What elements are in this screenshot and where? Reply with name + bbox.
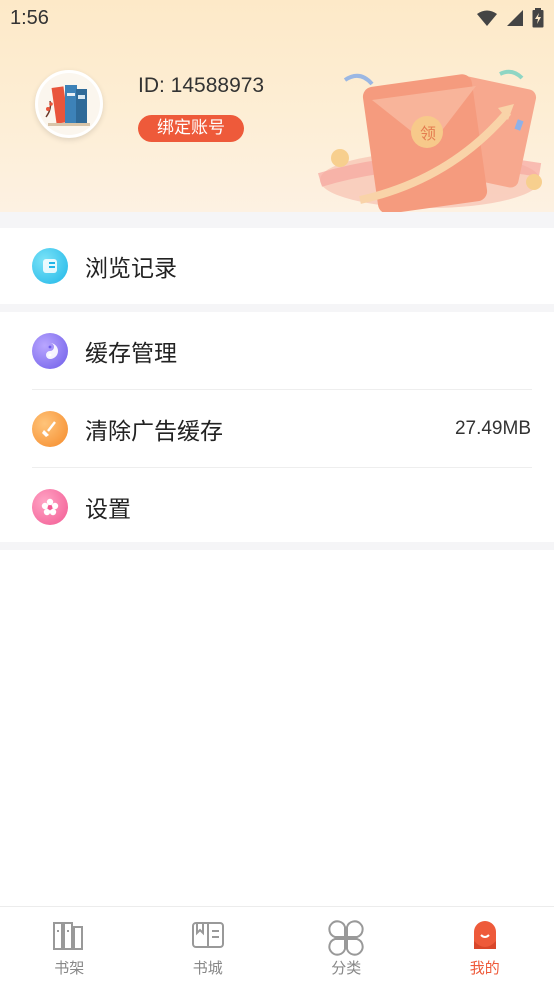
books-avatar-icon — [38, 73, 100, 135]
browse-history-item[interactable]: 浏览记录 — [0, 228, 554, 304]
bookshelf-icon — [53, 922, 84, 950]
nav-bookstore-label: 书城 — [192, 959, 223, 977]
nav-category-label: 分类 — [331, 959, 362, 977]
menu-group-main: 缓存管理 清除广告缓存 27.49MB 设置 — [0, 312, 554, 542]
cache-manage-icon — [32, 332, 68, 369]
user-id: ID: 14588973 — [138, 74, 265, 97]
cache-manage-item[interactable]: 缓存管理 — [0, 312, 554, 389]
nav-bookshelf[interactable]: 书架 — [0, 907, 139, 984]
status-time: 1:56 — [10, 7, 49, 29]
signal-icon — [507, 10, 523, 26]
status-bar: 1:56 — [0, 0, 554, 38]
nav-category[interactable]: 分类 — [277, 907, 416, 984]
browse-history-label: 浏览记录 — [85, 256, 177, 282]
nav-mine[interactable]: 我的 — [416, 907, 554, 984]
nav-bookstore[interactable]: 书城 — [139, 907, 278, 984]
cache-manage-label: 缓存管理 — [85, 340, 177, 367]
battery-icon — [532, 8, 544, 28]
status-icons — [476, 8, 544, 28]
nav-bookshelf-label: 书架 — [54, 959, 85, 977]
settings-label: 设置 — [85, 496, 131, 523]
section-gap — [0, 542, 554, 550]
nav-mine-label: 我的 — [469, 959, 500, 977]
section-gap — [0, 212, 554, 228]
wifi-icon — [477, 10, 497, 26]
settings-item[interactable]: 设置 — [0, 468, 554, 545]
profile-header: 1:56 ID: 14588973 绑定账号 领 — [0, 0, 554, 212]
svg-text:领: 领 — [420, 124, 436, 143]
profile-screen: 1:56 ID: 14588973 绑定账号 领 浏览记录 缓存管理 清除广告缓… — [0, 0, 554, 984]
avatar[interactable] — [35, 70, 103, 138]
cache-size-value: 27.49MB — [454, 417, 531, 439]
profile-icon — [473, 921, 496, 949]
red-envelope-illustration[interactable]: 领 — [300, 60, 554, 212]
bind-account-button[interactable]: 绑定账号 — [138, 115, 244, 142]
flower-settings-icon — [32, 488, 68, 525]
broom-icon — [32, 410, 68, 447]
book-store-icon — [191, 922, 224, 948]
clear-ad-cache-label: 清除广告缓存 — [85, 418, 223, 445]
bottom-nav: 书架 书城 分类 我的 — [0, 906, 554, 984]
section-gap — [0, 304, 554, 312]
clear-ad-cache-item[interactable]: 清除广告缓存 27.49MB — [0, 390, 554, 467]
history-icon — [32, 248, 68, 284]
category-icon — [328, 920, 364, 956]
menu-group-history: 浏览记录 — [0, 228, 554, 304]
